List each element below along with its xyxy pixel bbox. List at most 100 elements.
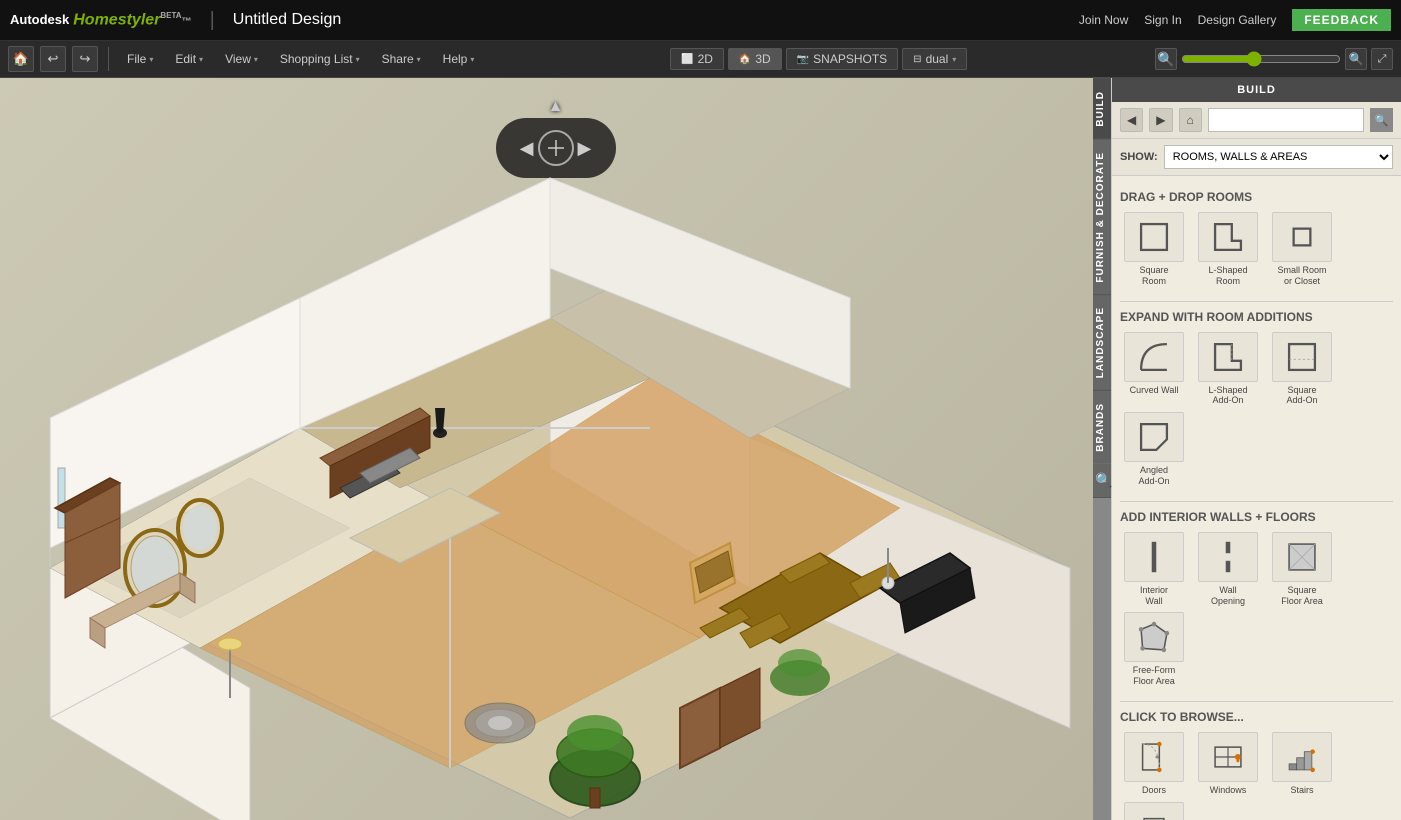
undo-button[interactable]: ↩ xyxy=(40,46,66,72)
square-addon-item[interactable]: SquareAdd-On xyxy=(1268,332,1336,407)
build-tab[interactable]: BUILD xyxy=(1093,78,1111,139)
help-menu[interactable]: Help ▾ xyxy=(435,48,483,70)
square-room-icon xyxy=(1124,212,1184,262)
wall-opening-icon xyxy=(1198,532,1258,582)
stairs-icon xyxy=(1272,732,1332,782)
title-divider: | xyxy=(210,9,215,32)
zoom-bar: 🔍 🔍 xyxy=(1155,48,1367,70)
feedback-button[interactable]: FEEDBACK xyxy=(1292,9,1391,31)
panel-home-button[interactable]: ⌂ xyxy=(1179,108,1202,132)
add-walls-title: ADD INTERIOR WALLS + FLOORS xyxy=(1120,510,1393,524)
angled-addon-item[interactable]: AngledAdd-On xyxy=(1120,412,1188,487)
panel-back-button[interactable]: ◀ xyxy=(1120,108,1143,132)
toolbar: 🏠 ↩ ↪ File ▾ Edit ▾ View ▾ Shopping List… xyxy=(0,41,1401,78)
l-shaped-room-icon xyxy=(1198,212,1258,262)
nav-up-arrow[interactable]: ▲ xyxy=(548,98,564,116)
curved-wall-icon xyxy=(1124,332,1184,382)
side-tabs: BUILD FURNISH & DECORATE LANDSCAPE BRAND… xyxy=(1093,78,1111,820)
design-gallery-link[interactable]: Design Gallery xyxy=(1198,13,1277,27)
fireplaces-icon xyxy=(1124,802,1184,820)
logo-homestyler: HomestylerBETA™ xyxy=(73,11,191,29)
additions-grid: Curved Wall L-ShapedAdd-On xyxy=(1120,332,1393,487)
small-room-icon xyxy=(1272,212,1332,262)
freeform-floor-label: Free-FormFloor Area xyxy=(1133,665,1176,687)
toolbar-center: ⬜ 2D 🏠 3D 📷 SNAPSHOTS ⊟ dual ▾ xyxy=(486,48,1151,70)
top-navigation: Autodesk HomestylerBETA™ | Untitled Desi… xyxy=(0,0,1401,41)
share-menu[interactable]: Share ▾ xyxy=(374,48,429,70)
small-room-label: Small Roomor Closet xyxy=(1277,265,1326,287)
toolbar-left: 🏠 ↩ ↪ File ▾ Edit ▾ View ▾ Shopping List… xyxy=(8,46,482,72)
l-shaped-addon-item[interactable]: L-ShapedAdd-On xyxy=(1194,332,1262,407)
brands-tab[interactable]: BRANDS xyxy=(1093,390,1111,464)
edit-menu[interactable]: Edit ▾ xyxy=(167,48,211,70)
join-now-link[interactable]: Join Now xyxy=(1079,13,1128,27)
drag-drop-title: DRAG + DROP ROOMS xyxy=(1120,190,1393,204)
main-area: ▲ ◀ ▶ ▼ xyxy=(0,78,1401,820)
sign-in-link[interactable]: Sign In xyxy=(1144,13,1181,27)
square-floor-label: SquareFloor Area xyxy=(1281,585,1323,607)
logo: Autodesk HomestylerBETA™ xyxy=(10,11,192,29)
angled-addon-icon xyxy=(1124,412,1184,462)
square-room-item[interactable]: SquareRoom xyxy=(1120,212,1188,287)
show-select[interactable]: ROOMS, WALLS & AREAS xyxy=(1164,145,1393,169)
canvas[interactable]: ▲ ◀ ▶ ▼ xyxy=(0,78,1111,820)
l-shaped-room-label: L-ShapedRoom xyxy=(1208,265,1247,287)
square-room-label: SquareRoom xyxy=(1139,265,1168,287)
fullscreen-button[interactable]: ⤢ xyxy=(1371,48,1393,70)
zoom-in-button[interactable]: 🔍 xyxy=(1345,48,1367,70)
square-addon-icon xyxy=(1272,332,1332,382)
section-divider-3 xyxy=(1120,701,1393,702)
top-nav-left: Autodesk HomestylerBETA™ | Untitled Desi… xyxy=(10,9,341,32)
stairs-item[interactable]: Stairs xyxy=(1268,732,1336,796)
angled-addon-label: AngledAdd-On xyxy=(1138,465,1169,487)
windows-item[interactable]: Windows xyxy=(1194,732,1262,796)
search-tab[interactable]: 🔍 xyxy=(1093,464,1111,498)
windows-icon xyxy=(1198,732,1258,782)
wall-opening-item[interactable]: WallOpening xyxy=(1194,532,1262,607)
l-shaped-addon-icon xyxy=(1198,332,1258,382)
house-svg xyxy=(0,168,1090,820)
2d-view-button[interactable]: ⬜ 2D xyxy=(670,48,724,70)
interior-wall-label: InteriorWall xyxy=(1140,585,1168,607)
dual-button[interactable]: ⊟ dual ▾ xyxy=(902,48,967,70)
zoom-out-button[interactable]: 🔍 xyxy=(1155,48,1177,70)
browse-grid: Doors Windows xyxy=(1120,732,1393,820)
wall-opening-label: WallOpening xyxy=(1211,585,1245,607)
house-scene xyxy=(0,128,1111,820)
interior-wall-icon xyxy=(1124,532,1184,582)
file-menu[interactable]: File ▾ xyxy=(119,48,161,70)
3d-view-button[interactable]: 🏠 3D xyxy=(728,48,782,70)
small-room-item[interactable]: Small Roomor Closet xyxy=(1268,212,1336,287)
show-label: SHOW: xyxy=(1120,151,1158,163)
interior-wall-item[interactable]: InteriorWall xyxy=(1120,532,1188,607)
windows-label: Windows xyxy=(1210,785,1247,796)
rooms-grid: SquareRoom L-ShapedRoom xyxy=(1120,212,1393,287)
fireplaces-item[interactable]: Fireplaces xyxy=(1120,802,1188,820)
view-menu[interactable]: View ▾ xyxy=(217,48,266,70)
snapshots-button[interactable]: 📷 SNAPSHOTS xyxy=(786,48,898,70)
panel-search-input[interactable] xyxy=(1208,108,1364,132)
freeform-floor-icon xyxy=(1124,612,1184,662)
panel-forward-button[interactable]: ▶ xyxy=(1149,108,1172,132)
panel-navigation: ◀ ▶ ⌂ 🔍 xyxy=(1112,102,1401,139)
zoom-slider[interactable] xyxy=(1181,51,1341,67)
square-addon-label: SquareAdd-On xyxy=(1286,385,1317,407)
expand-title: EXPAND WITH ROOM ADDITIONS xyxy=(1120,310,1393,324)
curved-wall-item[interactable]: Curved Wall xyxy=(1120,332,1188,407)
home-button[interactable]: 🏠 xyxy=(8,46,34,72)
browse-title: CLICK TO BROWSE... xyxy=(1120,710,1393,724)
panel-search-button[interactable]: 🔍 xyxy=(1370,108,1393,132)
freeform-floor-item[interactable]: Free-FormFloor Area xyxy=(1120,612,1188,687)
design-title: Untitled Design xyxy=(233,11,342,29)
shopping-list-menu[interactable]: Shopping List ▾ xyxy=(272,48,368,70)
landscape-tab[interactable]: LANDSCAPE xyxy=(1093,294,1111,390)
toolbar-right: 🔍 🔍 ⤢ xyxy=(1155,48,1393,70)
l-shaped-room-item[interactable]: L-ShapedRoom xyxy=(1194,212,1262,287)
redo-button[interactable]: ↪ xyxy=(72,46,98,72)
curved-wall-label: Curved Wall xyxy=(1130,385,1179,396)
right-panel: BUILD ◀ ▶ ⌂ 🔍 SHOW: ROOMS, WALLS & AREAS… xyxy=(1111,78,1401,820)
doors-item[interactable]: Doors xyxy=(1120,732,1188,796)
walls-grid: InteriorWall WallOpening xyxy=(1120,532,1393,687)
furnish-tab[interactable]: FURNISH & DECORATE xyxy=(1093,139,1111,295)
square-floor-item[interactable]: SquareFloor Area xyxy=(1268,532,1336,607)
